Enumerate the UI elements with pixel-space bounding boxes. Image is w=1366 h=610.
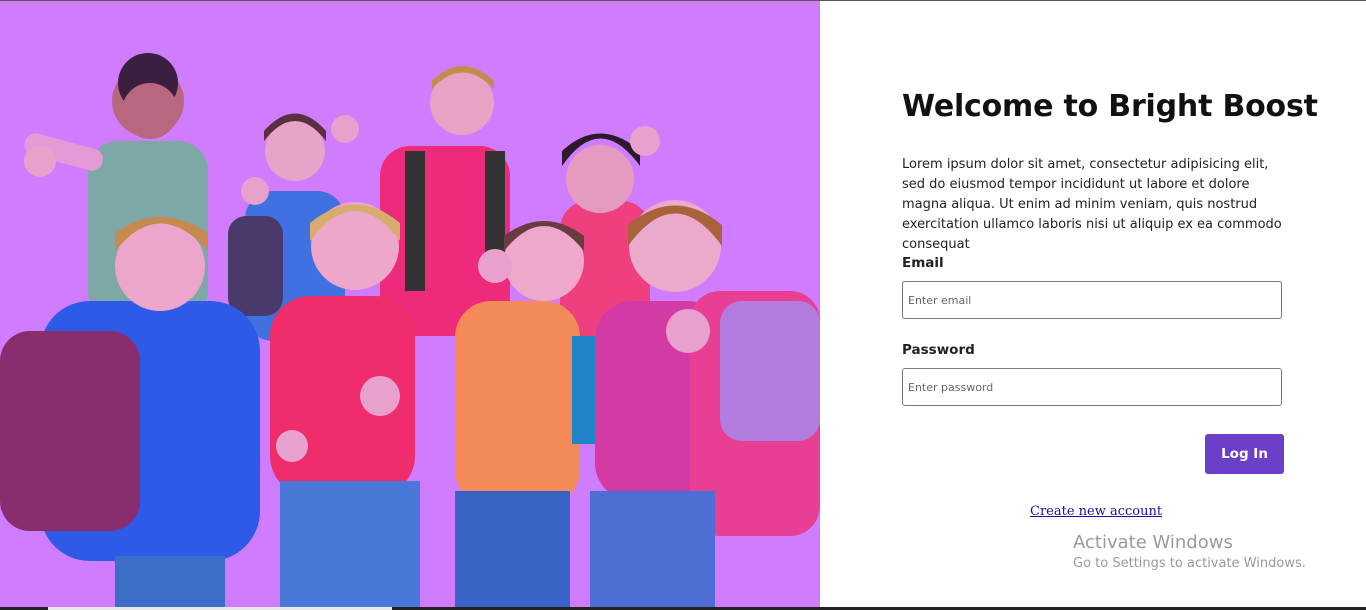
email-field[interactable] <box>902 281 1282 319</box>
create-account-link[interactable]: Create new account <box>1030 504 1162 519</box>
password-field[interactable] <box>902 368 1282 406</box>
hero-image <box>0 1 820 608</box>
watermark-line1: Activate Windows <box>1073 532 1233 553</box>
windows-activation-watermark: Activate Windows Go to Settings to activ… <box>1073 531 1306 573</box>
page-title: Welcome to Bright Boost <box>902 89 1318 124</box>
password-label: Password <box>902 342 975 358</box>
login-button[interactable]: Log In <box>1205 434 1284 474</box>
children-illustration <box>0 53 820 608</box>
description-text: Lorem ipsum dolor sit amet, consectetur … <box>902 157 1282 252</box>
watermark-line2: Go to Settings to activate Windows. <box>1073 556 1306 571</box>
login-panel: Welcome to Bright Boost Lorem ipsum dolo… <box>820 1 1366 608</box>
email-label: Email <box>902 255 944 271</box>
